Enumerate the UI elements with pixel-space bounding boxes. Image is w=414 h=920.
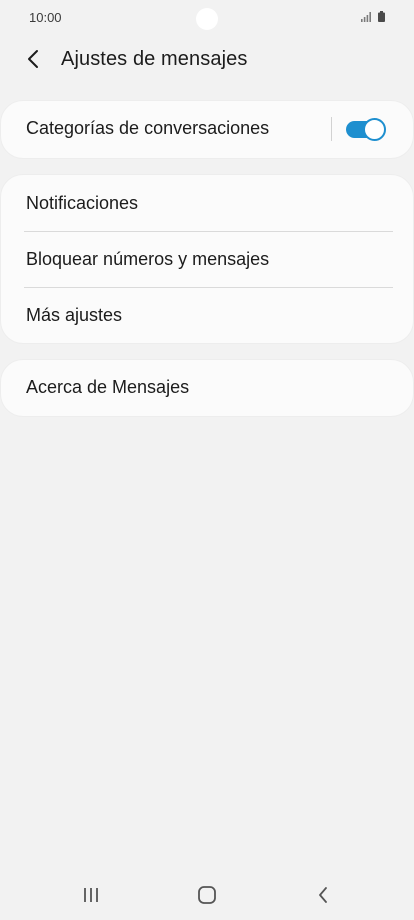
system-back-button[interactable] — [303, 880, 343, 910]
phone-screen: 10:00 Ajustes de mensajes Categorías de … — [0, 0, 414, 920]
app-header: Ajustes de mensajes — [0, 40, 414, 80]
about-card: Acerca de Mensajes — [1, 360, 413, 416]
back-button[interactable] — [18, 44, 48, 74]
block-numbers-label: Bloquear números y mensajes — [26, 249, 270, 269]
camera-cutout — [196, 8, 218, 30]
toggle-knob — [363, 118, 386, 141]
back-icon — [319, 887, 327, 903]
notifications-row[interactable]: Notificaciones — [1, 176, 413, 232]
recent-apps-button[interactable] — [71, 880, 111, 910]
conversation-categories-row[interactable]: Categorías de conversaciones — [1, 101, 413, 157]
home-icon — [198, 886, 216, 904]
more-settings-label: Más ajustes — [26, 305, 123, 325]
settings-list-card: Notificaciones Bloquear números y mensaj… — [1, 175, 413, 343]
home-button[interactable] — [187, 880, 227, 910]
conversation-categories-label: Categorías de conversaciones — [26, 118, 270, 138]
recent-apps-icon — [84, 888, 98, 902]
chevron-left-icon — [28, 50, 38, 68]
about-messages-label: Acerca de Mensajes — [26, 377, 190, 397]
block-numbers-row[interactable]: Bloquear números y mensajes — [1, 232, 413, 288]
status-bar: 10:00 — [0, 0, 414, 36]
navigation-bar — [0, 872, 414, 920]
about-messages-row[interactable]: Acerca de Mensajes — [1, 360, 413, 416]
signal-icon — [361, 12, 371, 22]
conversation-categories-card: Categorías de conversaciones — [1, 101, 413, 158]
more-settings-row[interactable]: Más ajustes — [1, 288, 413, 344]
conversation-categories-toggle[interactable] — [345, 117, 386, 141]
notifications-label: Notificaciones — [26, 193, 139, 213]
toggle-divider — [331, 117, 332, 141]
status-time: 10:00 — [29, 10, 62, 25]
battery-icon — [378, 11, 385, 22]
page-title: Ajustes de mensajes — [61, 48, 248, 70]
